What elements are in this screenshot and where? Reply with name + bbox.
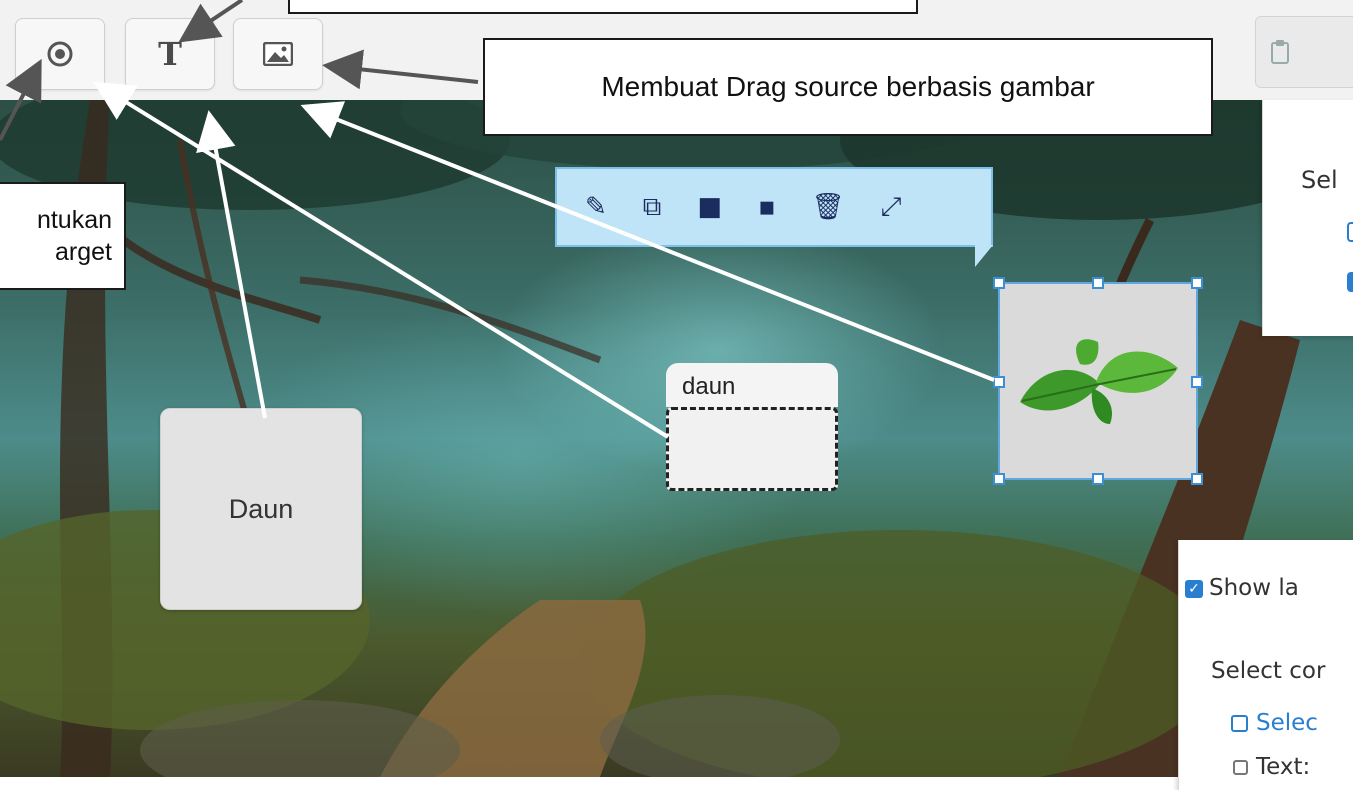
panel-top-heading: Sel [1301,166,1338,194]
trash-icon[interactable]: 🗑 [812,194,845,220]
image-tool-button[interactable] [233,18,323,90]
resize-handle-left[interactable] [993,376,1005,388]
select-correct-heading: Select cor [1211,658,1326,684]
text-tool-button[interactable]: T [125,18,215,90]
show-label-option[interactable]: ✓ Show la [1185,575,1299,601]
properties-panel-bottom: ✓ Show la Select cor Selec Text: [1178,540,1353,790]
resize-handle-bottom-right[interactable] [1191,473,1203,485]
copy-icon[interactable]: ⧉ [643,194,662,220]
drop-zone[interactable]: daun [666,363,838,491]
callout-image-source: Membuat Drag source berbasis gambar [483,38,1213,136]
bring-front-icon[interactable]: ■ [697,194,722,220]
resize-handle-right[interactable] [1191,376,1203,388]
target-icon [47,41,73,67]
text-option-text: Text: [1256,754,1311,780]
callout-drop-target-line2: arget [55,238,112,266]
resize-handle-bottom-left[interactable] [993,473,1005,485]
resize-handle-top[interactable] [1092,277,1104,289]
callout-box-top [288,0,918,14]
expand-icon[interactable]: ⤢ [881,194,902,220]
callout-image-source-text: Membuat Drag source berbasis gambar [601,71,1095,102]
resize-handle-top-right[interactable] [1191,277,1203,289]
paste-button[interactable] [1255,16,1353,88]
text-option[interactable]: Text: [1233,754,1310,780]
send-back-icon[interactable]: ▪ [758,194,776,220]
select-all-option[interactable]: Selec [1231,710,1318,736]
drop-zone-label: daun [666,363,838,407]
text-drag-source-label: Daun [228,493,294,524]
clipboard-icon [1271,40,1289,64]
select-all-checkbox[interactable] [1231,715,1248,732]
drop-zone-area[interactable] [666,407,838,491]
show-label-checkbox[interactable]: ✓ [1185,579,1203,598]
text-icon: T [158,35,182,73]
text-drag-source[interactable]: Daun [160,408,362,610]
select-all-text: Selec [1256,710,1318,736]
element-action-toolbar: ✎ ⧉ ■ ▪ 🗑 ⤢ [555,167,993,247]
callout-drop-target: ntukan arget [0,182,126,290]
callout-drop-target-line1: ntukan [36,206,112,234]
properties-panel-top: Sel [1262,100,1353,336]
resize-handle-top-left[interactable] [993,277,1005,289]
image-icon [263,42,293,66]
element-toolbar-tail [975,245,993,267]
drop-target-tool-button[interactable] [15,18,105,90]
text-option-checkbox[interactable] [1233,760,1248,775]
resize-handle-bottom[interactable] [1092,473,1104,485]
panel-top-checkbox-2[interactable] [1347,272,1353,292]
show-label-text: Show la [1209,575,1299,601]
basil-leaf-icon [1020,339,1178,424]
pencil-icon[interactable]: ✎ [585,194,607,220]
image-drag-source[interactable] [993,277,1203,485]
panel-top-checkbox-1[interactable] [1347,222,1353,242]
